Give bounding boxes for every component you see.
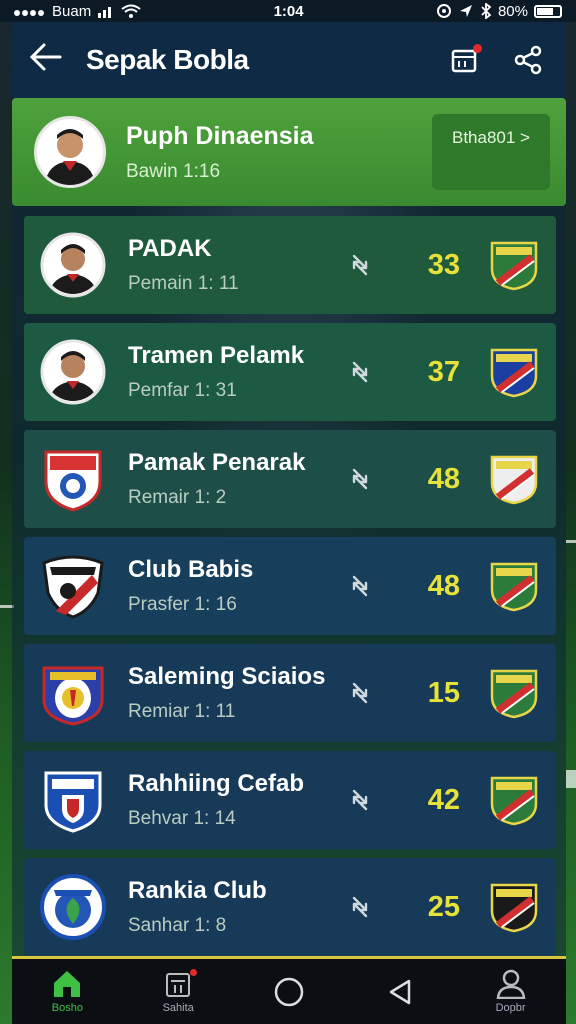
wifi-icon — [121, 4, 141, 18]
carrier-label: Buam — [52, 2, 92, 20]
item-score: 15 — [427, 676, 460, 709]
item-subtitle: Pemain 1: 11 — [128, 273, 239, 294]
item-subtitle: Prasfer 1: 16 — [128, 594, 237, 615]
item-name: Rahhiing Cefab — [128, 770, 305, 797]
team-icon — [166, 973, 191, 997]
list-item[interactable]: PADAK Pemain 1: 11 33 — [24, 216, 556, 314]
item-score: 42 — [427, 783, 460, 816]
club-badge-icon — [488, 560, 540, 612]
nav-home[interactable]: Bosho — [22, 969, 112, 1014]
item-score: 48 — [427, 462, 460, 495]
player-photo — [40, 232, 106, 298]
swap-icon[interactable] — [346, 894, 374, 920]
item-subtitle: Remiar 1: 11 — [128, 701, 236, 722]
list-item[interactable]: Rahhiing Cefab Behvar 1: 14 42 — [24, 751, 556, 849]
share-button[interactable] — [508, 40, 548, 80]
featured-player-name: Puph Dinaensia — [126, 121, 314, 150]
page-title: Sepak Bobla — [86, 44, 249, 75]
nav-label: Dopbr — [495, 1002, 526, 1014]
item-subtitle: Pemfar 1: 31 — [128, 380, 237, 401]
item-score: 33 — [427, 248, 460, 281]
item-subtitle: Behvar 1: 14 — [128, 808, 236, 829]
battery-percent: 80% — [497, 2, 528, 20]
list-item[interactable]: Club Babis Prasfer 1: 16 48 — [24, 537, 556, 635]
circle-icon — [274, 977, 304, 1006]
app-header: Sepak Bobla — [12, 22, 566, 98]
swap-icon[interactable] — [346, 359, 374, 385]
player-photo — [40, 339, 106, 405]
location-arrow-icon — [459, 5, 472, 17]
signal-dots-icon — [14, 3, 46, 20]
item-name: Club Babis — [128, 556, 254, 583]
club-badge-icon — [488, 667, 540, 719]
nav-label: Sahita — [162, 1002, 194, 1014]
list-item[interactable]: Pamak Penarak Remair 1: 2 48 — [24, 430, 556, 528]
notification-dot — [473, 44, 482, 53]
item-name: Saleming Sciaios — [128, 663, 326, 690]
item-name: PADAK — [128, 235, 212, 262]
swap-icon[interactable] — [346, 573, 374, 599]
item-score: 37 — [427, 355, 460, 388]
club-badge-icon — [488, 774, 540, 826]
item-name: Rankia Club — [128, 877, 267, 904]
club-badge-icon — [488, 881, 540, 933]
item-score: 25 — [427, 890, 460, 923]
featured-player-subtitle: Bawin 1:16 — [126, 160, 221, 182]
pitch-line — [566, 540, 576, 543]
back-triangle-icon — [389, 979, 411, 1004]
club-crest-icon — [40, 874, 106, 940]
nav-back[interactable] — [355, 977, 445, 1007]
player-avatar — [34, 116, 106, 188]
item-score: 48 — [427, 569, 460, 602]
back-arrow-icon[interactable] — [29, 41, 72, 80]
club-badge-icon — [488, 239, 540, 291]
club-crest-icon — [40, 553, 106, 619]
club-badge-icon — [488, 346, 540, 398]
signal-bars-icon — [98, 7, 112, 18]
nav-profile[interactable]: Dopbr — [466, 969, 556, 1014]
list-item[interactable]: Saleming Sciaios Remiar 1: 11 15 — [24, 644, 556, 742]
featured-action-button[interactable]: Btha801 > — [432, 114, 550, 190]
nav-team[interactable]: Sahita — [133, 969, 223, 1014]
sync-icon — [436, 4, 451, 18]
item-name: Pamak Penarak — [128, 449, 306, 476]
club-crest-icon — [40, 767, 106, 833]
swap-icon[interactable] — [346, 466, 374, 492]
swap-icon[interactable] — [346, 680, 374, 706]
featured-player-card[interactable]: Puph Dinaensia Bawin 1:16 Btha801 > — [12, 98, 566, 206]
swap-icon[interactable] — [346, 787, 374, 813]
club-badge-icon — [488, 453, 540, 505]
item-subtitle: Sanhar 1: 8 — [128, 915, 227, 936]
list-item[interactable]: Tramen Pelamk Pemfar 1: 31 37 — [24, 323, 556, 421]
notifications-button[interactable] — [444, 40, 484, 80]
nav-label: Bosho — [51, 1002, 83, 1014]
club-crest-icon — [40, 660, 106, 726]
club-list: PADAK Pemain 1: 11 33 Tramen Pelamk Pemf… — [24, 216, 556, 965]
bottom-navigation: Bosho Sahita Dopbr — [12, 956, 566, 1024]
profile-icon — [496, 969, 525, 999]
pitch-line — [566, 770, 576, 788]
clock: 1:04 — [273, 2, 304, 20]
club-crest-icon — [40, 446, 106, 512]
battery-icon — [534, 4, 562, 18]
nav-home-circle[interactable] — [244, 976, 334, 1008]
bluetooth-icon — [481, 3, 492, 19]
list-item[interactable]: Rankia Club Sanhar 1: 8 25 — [24, 858, 556, 956]
notification-dot — [190, 969, 198, 976]
status-bar: Buam 1:04 80% — [0, 0, 576, 22]
swap-icon[interactable] — [346, 252, 374, 278]
item-name: Tramen Pelamk — [128, 342, 305, 369]
item-subtitle: Remair 1: 2 — [128, 487, 227, 508]
share-icon — [514, 45, 542, 75]
home-icon — [54, 971, 81, 997]
